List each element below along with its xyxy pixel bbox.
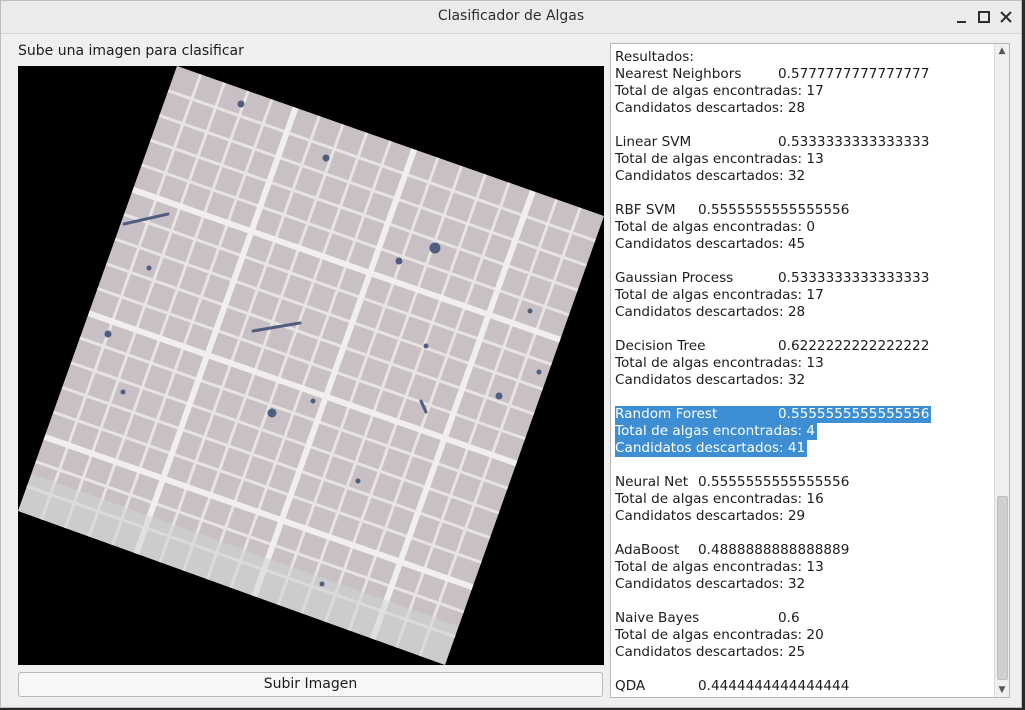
algae-found-line: Total de algas encontradas: 0 [615,219,993,236]
algae-found-text: Total de algas encontradas: 16 [615,491,824,507]
result-model-line: Gaussian Process 0.5333333333333333 [615,270,993,287]
candidates-discarded-text: Candidatos descartados: 32 [615,576,806,592]
model-name: Random Forest [615,406,718,422]
maximize-icon[interactable] [974,7,994,27]
result-model-line: RBF SVM 0.5555555555555556 [615,202,993,219]
candidates-discarded-text: Candidatos descartados: 32 [615,168,806,184]
result-model-line: QDA 0.4444444444444444 [615,678,993,695]
algae-found-line: Total de algas encontradas: 17 [615,287,993,304]
result-model-line: Nearest Neighbors 0.5777777777777777 [615,66,993,83]
upload-prompt-label: Sube una imagen para clasificar [18,43,244,59]
candidates-discarded-line: Candidatos descartados: 32 [615,576,993,593]
candidates-discarded-text: Candidatos descartados: 41 [615,440,808,457]
algae-found-text: Total de algas encontradas: 0 [615,219,816,235]
algae-found-text: Total de algas encontradas: 13 [615,559,824,575]
candidates-discarded-text: Candidatos descartados: 28 [615,304,806,320]
model-score: 0.4444444444444444 [698,678,850,694]
model-score: 0.6222222222222222 [778,338,930,354]
results-heading: Resultados: [615,49,694,65]
algae-found-line: Total de algas encontradas: 20 [615,627,993,644]
candidates-discarded-line: Candidatos descartados: 32 [615,372,993,389]
model-score: 0.5777777777777777 [778,66,930,82]
algae-found-line: Total de algas encontradas: 16 [615,491,993,508]
microscope-grid-image [18,66,604,665]
model-name: QDA [615,678,646,694]
model-score: 0.5333333333333333 [778,270,930,286]
arrow-down-icon[interactable]: ▼ [995,683,1009,697]
result-model-line: AdaBoost 0.4888888888888889 [615,542,993,559]
model-name: Gaussian Process [615,270,734,286]
close-icon[interactable] [996,7,1016,27]
algae-found-text: Total de algas encontradas: 17 [615,287,824,303]
model-name: AdaBoost [615,542,680,558]
result-model-line: Random Forest 0.5555555555555556 [615,406,993,423]
algae-found-text: Total de algas encontradas: 4 [615,423,818,440]
arrow-up-icon[interactable]: ▲ [995,44,1009,58]
algae-found-line: Total de algas encontradas: 13 [615,355,993,372]
result-model-line: Decision Tree 0.6222222222222222 [615,338,993,355]
candidates-discarded-line: Candidatos descartados: 28 [615,100,993,117]
candidates-discarded-line: Candidatos descartados: 25 [615,644,993,661]
model-score: 0.5555555555555556 [698,474,850,490]
algae-found-text: Total de algas encontradas: 17 [615,83,824,99]
model-score: 0.4888888888888889 [698,542,850,558]
candidates-discarded-line: Candidatos descartados: 45 [615,236,993,253]
model-score: 0.5555555555555556 [778,406,930,422]
algae-found-text: Total de algas encontradas: 13 [615,355,824,371]
model-name: Linear SVM [615,134,692,150]
candidates-discarded-line: Candidatos descartados: 32 [615,168,993,185]
algae-found-line: Total de algas encontradas: 4 [615,423,993,440]
candidates-discarded-text: Candidatos descartados: 25 [615,644,806,660]
candidates-discarded-text: Candidatos descartados: 32 [615,372,806,388]
model-name: Neural Net [615,474,689,490]
algae-image-preview [18,66,604,665]
title-bar[interactable]: Clasificador de Algas [1,1,1021,34]
candidates-discarded-line: Candidatos descartados: 41 [615,440,993,457]
model-name: RBF SVM [615,202,676,218]
model-name: Naive Bayes [615,610,700,626]
minimize-icon[interactable] [952,7,972,27]
results-scrollbar[interactable]: ▲ ▼ [994,44,1009,697]
result-model-line: Linear SVM 0.5333333333333333 [615,134,993,151]
algae-found-text: Total de algas encontradas: 13 [615,151,824,167]
algae-found-line: Total de algas encontradas: 13 [615,151,993,168]
candidates-discarded-text: Candidatos descartados: 28 [615,100,806,116]
model-name: Decision Tree [615,338,706,354]
algae-found-line: Total de algas encontradas: 13 [615,559,993,576]
result-model-line: Neural Net 0.5555555555555556 [615,474,993,491]
result-model-line: Naive Bayes 0.6 [615,610,993,627]
candidates-discarded-line: Candidatos descartados: 28 [615,304,993,321]
results-text-area[interactable]: Resultados: Nearest Neighbors 0.577777777… [610,43,1010,698]
results-content: Resultados: Nearest Neighbors 0.577777777… [615,49,993,695]
model-name: Nearest Neighbors [615,66,742,82]
algae-found-text: Total de algas encontradas: 20 [615,627,824,643]
model-score: 0.6 [778,610,800,626]
candidates-discarded-text: Candidatos descartados: 45 [615,236,806,252]
algae-found-line: Total de algas encontradas: 17 [615,83,993,100]
window-title: Clasificador de Algas [437,8,585,24]
model-score: 0.5333333333333333 [778,134,930,150]
scrollbar-thumb[interactable] [997,496,1008,680]
upload-image-button[interactable]: Subir Imagen [18,672,603,697]
app-window: Clasificador de Algas Sube una imagen pa… [0,0,1022,708]
model-score: 0.5555555555555556 [698,202,850,218]
candidates-discarded-line: Candidatos descartados: 29 [615,508,993,525]
candidates-discarded-text: Candidatos descartados: 29 [615,508,806,524]
